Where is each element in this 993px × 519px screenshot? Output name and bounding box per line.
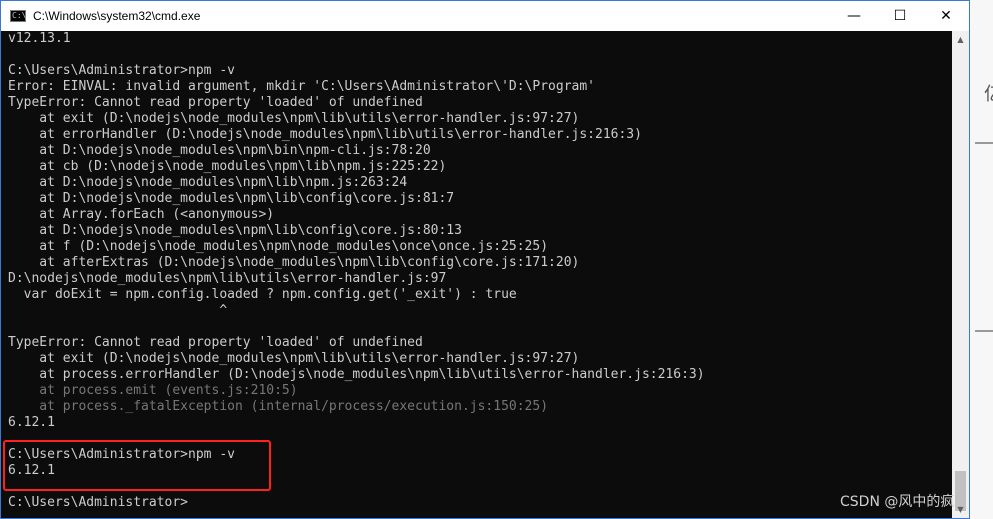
console-line: at D:\nodejs\node_modules\npm\lib\config… [8,223,462,238]
cmd-window: C:\ C:\Windows\system32\cmd.exe — ☐ ✕ v1… [0,0,970,519]
minimize-button[interactable]: — [831,1,877,31]
background-divider [975,142,993,144]
console-line: at Array.forEach (<anonymous>) [8,207,275,222]
maximize-button[interactable]: ☐ [877,1,923,31]
console-line: at f (D:\nodejs\node_modules\npm\node_mo… [8,239,549,254]
console-line: Error: EINVAL: invalid argument, mkdir '… [8,79,595,94]
scroll-up-arrow-icon[interactable]: ▲ [952,31,969,48]
console-line: at process._fatalException (internal/pro… [8,399,549,414]
console-line: var doExit = npm.config.loaded ? npm.con… [8,287,517,302]
console-line: C:\Users\Administrator> [8,495,189,510]
console-line: v12.13.1 [8,31,71,46]
vertical-scrollbar[interactable]: ▲ ▼ [952,31,969,518]
console-line: D:\nodejs\node_modules\npm\lib\utils\err… [8,271,447,286]
console-line: 6.12.1 [8,415,55,430]
console-line: at exit (D:\nodejs\node_modules\npm\lib\… [8,351,580,366]
console-line: C:\Users\Administrator>npm -v [8,63,235,78]
console-line: at D:\nodejs\node_modules\npm\lib\npm.js… [8,175,408,190]
console-line: TypeError: Cannot read property 'loaded'… [8,95,423,110]
background-window-glyph: 亿 [984,80,993,106]
window-title: C:\Windows\system32\cmd.exe [33,9,201,23]
console-line: at process.emit (events.js:210:5) [8,383,298,398]
console-line: ^ [8,303,228,318]
background-divider [975,330,993,332]
console-line: TypeError: Cannot read property 'loaded'… [8,335,423,350]
console-line: at exit (D:\nodejs\node_modules\npm\lib\… [8,111,580,126]
highlight-annotation [3,440,271,491]
title-bar[interactable]: C:\ C:\Windows\system32\cmd.exe — ☐ ✕ [1,1,969,31]
watermark: CSDN @风中的疯 [840,494,955,510]
console-line: at D:\nodejs\node_modules\npm\bin\npm-cl… [8,143,431,158]
cmd-icon[interactable]: C:\ [10,10,26,22]
close-button[interactable]: ✕ [923,1,969,31]
console-line: at cb (D:\nodejs\node_modules\npm\lib\np… [8,159,447,174]
scroll-down-arrow-icon[interactable]: ▼ [952,501,969,518]
console-line: at errorHandler (D:\nodejs\node_modules\… [8,127,642,142]
console-line: at process.errorHandler (D:\nodejs\node_… [8,367,705,382]
console-line: at afterExtras (D:\nodejs\node_modules\n… [8,255,580,270]
console-line: at D:\nodejs\node_modules\npm\lib\config… [8,191,455,206]
